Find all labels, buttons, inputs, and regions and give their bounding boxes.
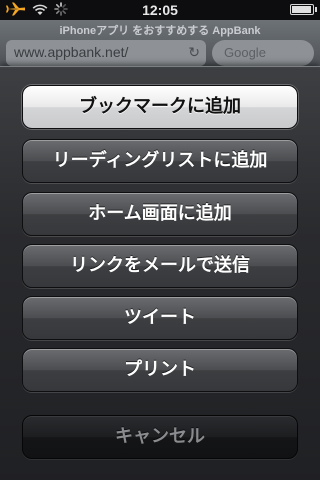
add-to-home-screen-button[interactable]: ホーム画面に追加: [22, 192, 298, 236]
search-input[interactable]: Google: [212, 40, 314, 66]
screen: 12:05 iPhoneアプリ をおすすめする AppBank www.appb…: [0, 0, 320, 480]
action-sheet: ブックマークに追加 リーディングリストに追加 ホーム画面に追加 リンクをメールで…: [0, 66, 320, 480]
tweet-button[interactable]: ツイート: [22, 296, 298, 340]
add-to-reading-list-button[interactable]: リーディングリストに追加: [22, 139, 298, 183]
reload-icon[interactable]: ↻: [188, 44, 200, 61]
browser-toolbar: iPhoneアプリ をおすすめする AppBank www.appbank.ne…: [0, 20, 320, 70]
status-bar-right: [290, 4, 317, 15]
address-text: www.appbank.net/: [14, 44, 129, 60]
status-bar: 12:05: [0, 0, 320, 20]
battery-icon: [290, 4, 317, 15]
print-button[interactable]: プリント: [22, 348, 298, 392]
battery-level: [292, 6, 311, 13]
add-bookmark-button[interactable]: ブックマークに追加: [22, 85, 298, 129]
mail-link-button[interactable]: リンクをメールで送信: [22, 244, 298, 288]
address-field[interactable]: www.appbank.net/ ↻: [6, 40, 206, 66]
status-time: 12:05: [142, 2, 178, 18]
cancel-button[interactable]: キャンセル: [22, 415, 298, 459]
search-placeholder: Google: [224, 45, 266, 60]
page-title: iPhoneアプリ をおすすめする AppBank: [59, 25, 261, 37]
